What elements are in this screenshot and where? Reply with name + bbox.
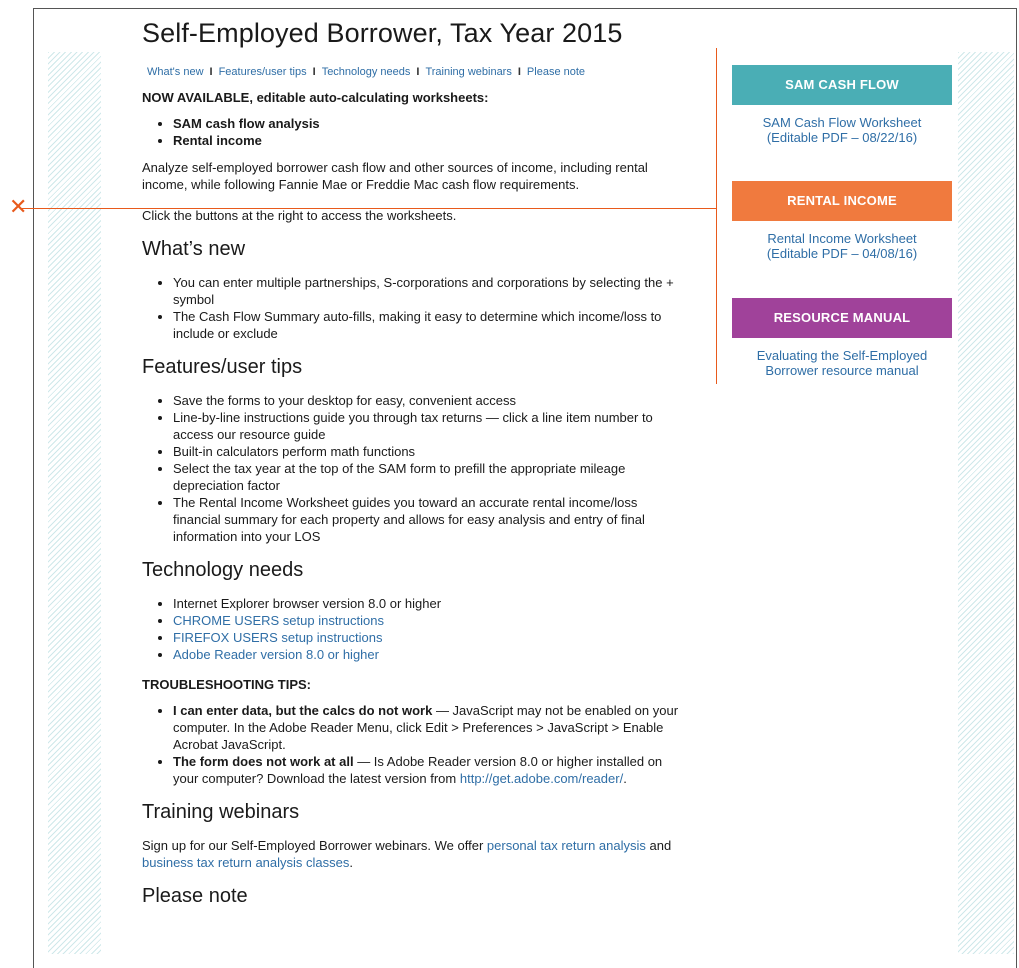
page-title: Self-Employed Borrower, Tax Year 2015 [142,18,623,48]
firefox-setup-link[interactable]: FIREFOX USERS setup instructions [173,630,383,645]
list-item: The form does not work at all — Is Adobe… [173,753,682,787]
right-hatch-margin [958,52,1014,954]
list-item: Adobe Reader version 8.0 or higher [173,646,682,663]
nav-technology[interactable]: Technology needs [322,66,411,78]
training-text-part: . [349,855,353,870]
list-item: SAM cash flow analysis [173,115,682,132]
list-item: Save the forms to your desktop for easy,… [173,392,682,409]
section-nav: What's new I Features/user tips I Technology… [147,66,682,78]
nav-training[interactable]: Training webinars [425,66,511,78]
chrome-setup-link[interactable]: CHROME USERS setup instructions [173,613,384,628]
now-available-heading: NOW AVAILABLE, editable auto-calculating… [142,90,489,105]
list-item: The Cash Flow Summary auto-fills, making… [173,308,682,342]
adobe-reader-link[interactable]: Adobe Reader version 8.0 or higher [173,647,379,662]
features-heading: Features/user tips [142,356,303,378]
tip-title: The form does not work at all [173,754,354,769]
nav-whats-new[interactable]: What's new [147,66,204,78]
sam-cash-flow-button[interactable]: SAM CASH FLOW [732,65,952,105]
list-item: The Rental Income Worksheet guides you t… [173,494,682,545]
list-item: CHROME USERS setup instructions [173,612,682,629]
list-item: Rental income [173,132,682,149]
sam-cash-flow-panel: SAM CASH FLOW SAM Cash Flow Worksheet (E… [732,65,952,145]
whats-new-list: You can enter multiple partnerships, S-c… [142,274,682,342]
nav-features[interactable]: Features/user tips [219,66,307,78]
features-list: Save the forms to your desktop for easy,… [142,392,682,545]
list-item: Select the tax year at the top of the SA… [173,460,682,494]
adobe-download-link[interactable]: http://get.adobe.com/reader/ [460,771,623,786]
sidebar-divider-line [716,48,717,384]
nav-please-note[interactable]: Please note [527,66,585,78]
troubleshooting-heading: TROUBLESHOOTING TIPS: [142,677,311,692]
tip-title: I can enter data, but the calcs do not w… [173,703,433,718]
link-line: (Editable PDF – 08/22/16) [766,130,918,145]
link-line: SAM Cash Flow Worksheet [762,115,922,130]
link-line: (Editable PDF – 04/08/16) [766,246,918,261]
rental-income-button[interactable]: RENTAL INCOME [732,181,952,221]
resource-manual-panel: RESOURCE MANUAL Evaluating the Self-Empl… [732,298,952,378]
nav-separator: I [312,66,316,78]
sam-worksheet-link[interactable]: SAM Cash Flow Worksheet (Editable PDF – … [732,115,952,145]
nav-separator: I [517,66,521,78]
list-item: Internet Explorer browser version 8.0 or… [173,595,682,612]
intro-text: Analyze self-employed borrower cash flow… [142,160,648,192]
left-hatch-margin [48,52,101,954]
list-item: Line-by-line instructions guide you thro… [173,409,682,443]
tip-text-end: . [623,771,627,786]
list-item: You can enter multiple partnerships, S-c… [173,274,682,308]
technology-heading: Technology needs [142,559,304,581]
rental-worksheet-link[interactable]: Rental Income Worksheet (Editable PDF – … [732,231,952,261]
training-text: Sign up for our Self-Employed Borrower w… [142,837,682,871]
resource-manual-button[interactable]: RESOURCE MANUAL [732,298,952,338]
link-line: Rental Income Worksheet [767,231,917,246]
resource-manual-link[interactable]: Evaluating the Self-Employed Borrower re… [732,348,952,378]
click-instruction: Click the buttons at the right to access… [142,208,457,223]
nav-separator: I [416,66,420,78]
training-heading: Training webinars [142,801,300,823]
whats-new-heading: What’s new [142,238,246,260]
list-item: Built-in calculators perform math functi… [173,443,682,460]
list-item: FIREFOX USERS setup instructions [173,629,682,646]
personal-tax-link[interactable]: personal tax return analysis [487,838,646,853]
annotation-x-icon: ✕ [9,195,28,220]
link-line: Borrower resource manual [765,363,919,378]
nav-separator: I [209,66,213,78]
training-text-part: Sign up for our Self-Employed Borrower w… [142,838,487,853]
please-note-heading: Please note [142,885,248,907]
technology-list: Internet Explorer browser version 8.0 or… [142,595,682,663]
rental-income-panel: RENTAL INCOME Rental Income Worksheet (E… [732,181,952,261]
link-line: Evaluating the Self-Employed [756,348,928,363]
list-item: I can enter data, but the calcs do not w… [173,702,682,753]
worksheet-list: SAM cash flow analysis Rental income [142,115,682,149]
training-text-part: and [645,838,672,853]
main-content: Self-Employed Borrower, Tax Year 2015 Wh… [142,18,682,921]
troubleshooting-list: I can enter data, but the calcs do not w… [142,702,682,787]
business-tax-link[interactable]: business tax return analysis classes [142,855,349,870]
